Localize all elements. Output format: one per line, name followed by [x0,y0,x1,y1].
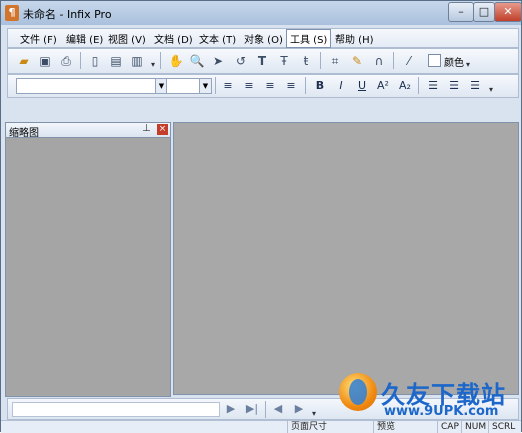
align-center-icon[interactable]: ≡ [241,78,257,94]
menu-help[interactable]: 帮助 (H) [335,31,374,46]
toolbar-separator [160,52,161,69]
text-tool-icon[interactable]: T [254,53,270,69]
list-icon[interactable]: ☰ [467,78,483,94]
page-properties-icon[interactable]: ▤ [108,53,124,69]
paragraph-spacing-icon[interactable]: ☰ [446,78,462,94]
watermark-logo [339,373,377,411]
rotate-icon[interactable]: ↺ [233,53,249,69]
status-bar: 页面尺寸 预览 CAP NUM SCRL [1,420,521,433]
next-page-icon[interactable]: ▶ [223,401,239,417]
main-toolbar: ▰ ▣ ⎙ ▯ ▤ ▥ ▾ ✋ 🔍 ➤ ↺ T Ŧ ŧ ⌗ ✎ ∩ ⁄ 颜色 ▾ [7,48,519,74]
close-icon[interactable]: × [157,124,168,135]
align-left-icon[interactable]: ≡ [220,78,236,94]
status-page-size: 页面尺寸 [287,421,371,433]
chevron-down-icon[interactable]: ▼ [199,79,211,93]
document-canvas[interactable] [173,122,519,395]
chevron-down-icon[interactable]: ▾ [312,409,316,418]
status-cap: CAP [437,421,463,433]
underline-icon[interactable]: U [354,78,370,94]
menu-file[interactable]: 文件 (F) [20,31,57,46]
chevron-down-icon[interactable]: ▾ [466,60,470,69]
zoom-icon[interactable]: 🔍 [189,53,205,69]
color-label[interactable]: 颜色 [444,54,464,69]
text-edit-icon[interactable]: Ŧ [276,53,292,69]
window-title: 未命名 - Infix Pro [23,8,112,21]
page-number-field[interactable] [12,402,220,417]
thumbnail-panel-header: 缩略图 ⊥ × [6,123,170,139]
page-layout-icon[interactable]: ▥ [129,53,145,69]
menu-edit[interactable]: 编辑 (E) [66,31,103,46]
watermark-url: www.9UPK.com [384,404,499,419]
menu-object[interactable]: 对象 (O) [244,31,283,46]
status-preview: 预览 [373,421,437,433]
pin-icon[interactable]: ⊥ [142,123,151,134]
align-right-icon[interactable]: ≡ [262,78,278,94]
subscript-icon[interactable]: A₂ [397,78,413,94]
maximize-button[interactable]: □ [473,2,495,22]
link-icon[interactable]: ∩ [371,53,387,69]
app-window: ¶ 未命名 - Infix Pro – □ ✕ 文件 (F) 编辑 (E) 视图… [0,0,522,433]
picture-icon[interactable]: ✎ [349,53,365,69]
crop-icon[interactable]: ⌗ [327,53,343,69]
minimize-button[interactable]: – [448,2,474,22]
print-icon[interactable]: ⎙ [58,53,74,69]
font-name-select[interactable]: ▼ [16,78,168,94]
close-button[interactable]: ✕ [494,2,522,22]
hand-tool-icon[interactable]: ✋ [168,53,184,69]
font-size-select[interactable]: ▼ [166,78,212,94]
save-icon[interactable]: ▣ [37,53,53,69]
menu-text[interactable]: 文本 (T) [199,31,236,46]
thumbnail-panel: 缩略图 ⊥ × [5,122,171,397]
text-flow-icon[interactable]: ŧ [298,53,314,69]
toolbar-separator [215,77,216,94]
superscript-icon[interactable]: A² [375,78,391,94]
chevron-down-icon[interactable]: ▾ [489,85,493,94]
eyedropper-icon[interactable]: ⁄ [401,53,417,69]
line-spacing-icon[interactable]: ☰ [425,78,441,94]
menu-tools[interactable]: 工具 (S) [286,29,332,48]
color-swatch[interactable] [428,54,441,67]
new-page-icon[interactable]: ▯ [87,53,103,69]
last-page-icon[interactable]: ▶| [244,401,260,417]
title-bar: ¶ 未命名 - Infix Pro – □ ✕ [1,1,522,25]
select-arrow-icon[interactable]: ➤ [210,53,226,69]
toolbar-separator [320,52,321,69]
status-num: NUM [461,421,490,433]
ruler-area [1,98,521,120]
toolbar-separator [418,77,419,94]
back-icon[interactable]: ◀ [270,401,286,417]
open-folder-icon[interactable]: ▰ [16,53,32,69]
app-logo-icon: ¶ [5,5,19,21]
menu-document[interactable]: 文档 (D) [154,31,193,46]
toolbar-separator [305,77,306,94]
menu-bar: 文件 (F) 编辑 (E) 视图 (V) 文档 (D) 文本 (T) 对象 (O… [7,28,519,48]
thumbnail-panel-title: 缩略图 [9,128,39,139]
toolbar-separator [265,401,266,418]
toolbar-separator [393,52,394,69]
menu-view[interactable]: 视图 (V) [108,31,146,46]
italic-icon[interactable]: I [333,78,349,94]
justify-icon[interactable]: ≡ [283,78,299,94]
format-toolbar: ▼ ▼ ≡ ≡ ≡ ≡ B I U A² A₂ ☰ ☰ ☰ ▾ [7,74,519,98]
toolbar-separator [80,52,81,69]
status-scrl: SCRL [488,421,520,433]
bold-icon[interactable]: B [312,78,328,94]
chevron-down-icon[interactable]: ▾ [151,60,155,69]
forward-icon[interactable]: ▶ [291,401,307,417]
